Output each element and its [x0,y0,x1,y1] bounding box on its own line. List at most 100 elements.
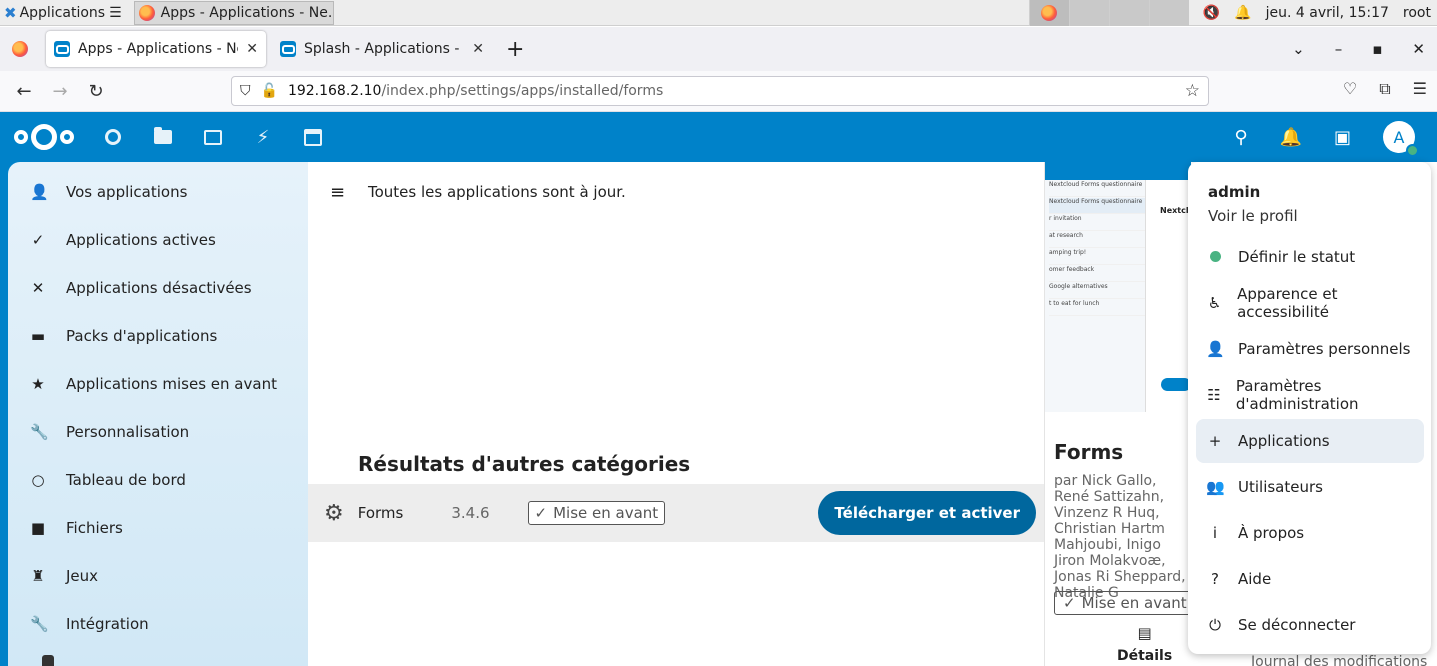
status-message: Toutes les applications sont à jour. [368,183,626,201]
firefox-icon [138,4,155,21]
sidebar-item-label: Jeux [66,567,99,585]
accessibility-icon: ♿ [1207,294,1222,312]
bookmark-star-icon[interactable]: ☆ [1185,81,1200,101]
tab-label: Détails [1117,648,1173,664]
url-bar[interactable]: ⛉ 🔓 192.168.2.10/index.php/settings/apps… [231,76,1209,106]
sidebar-item-files[interactable]: ■ Fichiers [8,504,308,552]
tab-apps[interactable]: Apps - Applications - Nextcloud ✕ [46,31,266,67]
menu-item-applications[interactable]: + Applications [1196,419,1424,463]
menu-item-personal-settings[interactable]: 👤 Paramètres personnels [1196,327,1424,371]
dashboard-icon[interactable] [102,126,124,148]
menu-item-help[interactable]: ? Aide [1196,557,1424,601]
applications-menu[interactable]: ✖ Applications ☰ [0,4,122,22]
url-host: 192.168.2.10 [287,83,382,99]
hamburger-menu-icon[interactable]: ☰ [1413,79,1427,99]
search-icon[interactable]: ⚲ [1234,127,1247,148]
back-icon[interactable]: ← [6,81,42,102]
session-user[interactable]: root [1403,5,1431,21]
files-icon[interactable] [152,126,174,148]
menu-item-users[interactable]: 👥 Utilisateurs [1196,465,1424,509]
folder-icon: ■ [30,519,46,537]
menu-item-label: Aide [1238,570,1272,588]
featured-badge: ✓ Mise en avant [527,501,666,525]
workspace-2[interactable] [1068,0,1109,26]
online-status-dot [1406,144,1419,157]
sidebar-item-bundles[interactable]: ▬ Packs d'applications [8,312,308,360]
tab-changelog[interactable]: Journal des modifications [1251,654,1427,666]
power-icon: ⏻ [1209,616,1221,634]
workspace-1[interactable] [1028,0,1069,26]
gear-icon: ⚙ [324,500,344,526]
clock[interactable]: jeu. 4 avril, 15:17 [1266,5,1389,21]
star-icon: ★ [31,375,45,393]
sidebar-item-your-apps[interactable]: 👤 Vos applications [8,168,308,216]
sidebar-item-featured[interactable]: ★ Applications mises en avant [8,360,308,408]
notifications-icon[interactable]: 🔔 [1280,127,1302,148]
workspace-4[interactable] [1148,0,1189,26]
wrench-icon: 🔧 [30,423,49,441]
sidebar-item-label: Applications mises en avant [66,375,277,393]
close-tab-icon[interactable]: ✕ [472,41,484,57]
app-name: Forms [357,504,404,522]
forward-icon[interactable]: → [42,81,78,102]
tab-details[interactable]: ▤ Détails [1117,624,1172,664]
users-icon: 👥 [1206,478,1225,496]
tab-splash[interactable]: Splash - Applications - Apps ✕ [272,31,492,67]
download-enable-button[interactable]: Télécharger et activer [818,491,1036,535]
sidebar-item-customization[interactable]: 🔧 Personnalisation [8,408,308,456]
firefox-view-icon[interactable] [12,41,28,57]
sidebar-item-integration[interactable]: 🔧 Intégration [8,600,308,648]
extensions-icon[interactable]: ⧉ [1379,79,1390,99]
photos-icon[interactable] [202,126,224,148]
volume-muted-icon[interactable]: 🔇 [1203,5,1220,21]
sidebar-item-dashboard[interactable]: ○ Tableau de bord [8,456,308,504]
notification-bell-icon[interactable]: 🔔 [1234,5,1251,21]
menu-item-label: Définir le statut [1238,248,1356,266]
close-tab-icon[interactable]: ✕ [246,41,258,57]
reload-icon[interactable]: ↻ [78,81,114,102]
app-screenshot: Nextcloud Forms questionnaire Nextcloud … [1045,162,1191,412]
avatar[interactable]: A [1383,121,1419,157]
taskbar-item-title: Apps - Applications - Ne... [160,4,334,21]
menu-item-label: À propos [1238,524,1305,542]
contacts-icon[interactable]: ▣ [1334,127,1351,148]
view-profile-link[interactable]: Voir le profil [1208,207,1298,225]
user-icon: 👤 [1206,340,1225,358]
app-row-forms[interactable]: ⚙ Forms 3.4.6 ✓ Mise en avant Télécharger… [308,484,1044,542]
calendar-icon[interactable] [302,126,324,148]
tab-title: Apps - Applications - Nextcloud [78,41,238,57]
menu-item-logout[interactable]: ⏻ Se déconnecter [1196,603,1424,647]
menu-item-set-status[interactable]: Définir le statut [1196,235,1424,279]
details-authors: par Nick Gallo, René Sattizahn, Vinzenz … [1054,473,1186,601]
nextcloud-header: ⚡ ⚲ 🔔 ▣ A [0,112,1437,162]
tab-list-chevron-icon[interactable]: ⌄ [1292,40,1305,58]
help-icon: ? [1211,570,1219,588]
other-categories-heading: Résultats d'autres catégories [358,452,691,476]
activity-icon[interactable]: ⚡ [252,126,274,148]
sidebar-item-games[interactable]: ♜ Jeux [8,552,308,600]
navigation-toggle-icon[interactable]: ≡ [330,182,345,203]
nextcloud-logo[interactable] [14,124,76,150]
menu-item-label: Utilisateurs [1238,478,1323,496]
firefox-icon [1041,4,1058,21]
menu-item-about[interactable]: i À propos [1196,511,1424,555]
menu-item-appearance[interactable]: ♿ Apparence et accessibilité [1196,281,1424,325]
taskbar-item-firefox[interactable]: Apps - Applications - Ne... [133,0,334,25]
minimize-icon[interactable]: – [1335,40,1343,58]
menu-item-admin-settings[interactable]: ☷ Paramètres d'administration [1196,373,1424,417]
new-tab-icon[interactable]: + [506,37,524,62]
sidebar-item-disabled[interactable]: ✕ Applications désactivées [8,264,308,312]
pocket-icon[interactable]: ♡ [1343,79,1357,99]
user-menu-dropdown: admin Voir le profil Définir le statut ♿… [1188,162,1431,654]
sidebar-item-label: Applications actives [66,231,216,249]
chess-icon: ♜ [31,567,45,585]
menu-item-label: Se déconnecter [1238,616,1356,634]
close-window-icon[interactable]: ✕ [1412,40,1425,58]
insecure-lock-icon[interactable]: 🔓 [261,83,278,99]
maximize-icon[interactable]: ▪ [1372,40,1382,58]
app-menu: ⚡ [102,126,324,148]
os-top-panel: ✖ Applications ☰ Apps - Applications - N… [0,0,1437,26]
workspace-3[interactable] [1108,0,1149,26]
sidebar-item-enabled[interactable]: ✓ Applications actives [8,216,308,264]
shield-icon[interactable]: ⛉ [240,83,251,99]
